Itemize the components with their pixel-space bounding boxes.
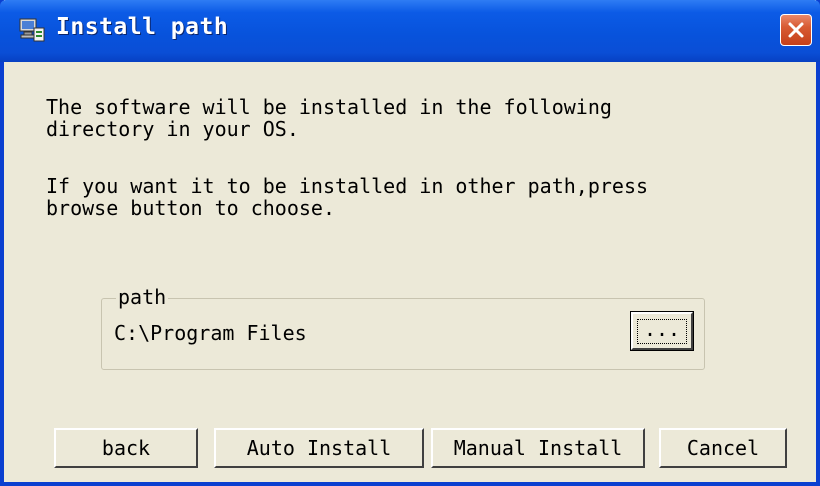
close-icon: [788, 22, 804, 38]
browse-button[interactable]: ...: [630, 311, 694, 351]
installer-computer-icon: [19, 18, 45, 42]
install-path-dialog: Install path The software will be instal…: [0, 0, 820, 486]
auto-install-button[interactable]: Auto Install: [214, 428, 424, 468]
install-message: The software will be installed in the fo…: [46, 95, 612, 141]
manual-install-button[interactable]: Manual Install: [431, 428, 645, 468]
path-group-label: path: [116, 285, 169, 309]
cancel-button[interactable]: Cancel: [659, 428, 787, 468]
back-button[interactable]: back: [54, 428, 198, 468]
browse-instruction: If you want it to be installed in other …: [46, 174, 649, 220]
window-title: Install path: [56, 14, 229, 40]
install-path-value: C:\Program Files: [114, 321, 307, 345]
close-button[interactable]: [780, 14, 812, 46]
browse-button-label: ...: [636, 318, 688, 344]
title-bar[interactable]: Install path: [0, 0, 820, 62]
path-groupbox: path C:\Program Files ...: [101, 285, 705, 370]
